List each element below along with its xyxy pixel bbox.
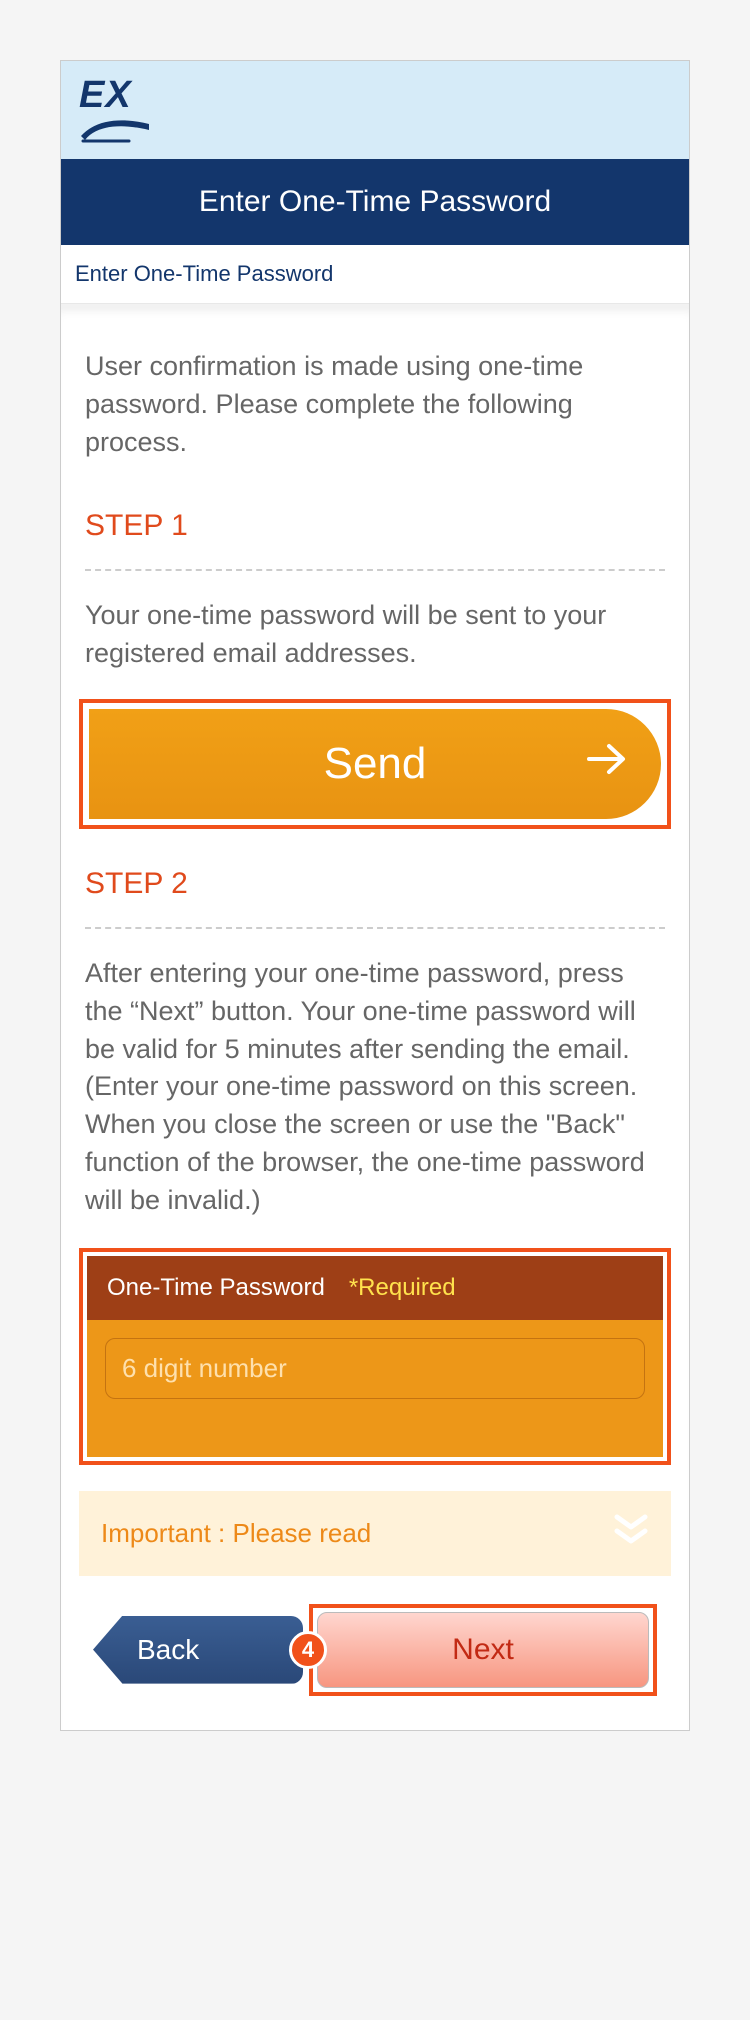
otp-input-wrap (87, 1320, 663, 1399)
next-button-highlight: Next (309, 1604, 657, 1696)
intro-text: User confirmation is made using one-time… (79, 308, 671, 491)
send-button[interactable]: Send (89, 709, 661, 819)
chevron-down-icon (613, 1513, 649, 1554)
important-label: Important : Please read (101, 1518, 371, 1549)
otp-field-header: One-Time Password *Required (87, 1256, 663, 1320)
otp-section: One-Time Password *Required (87, 1256, 663, 1457)
logo-text: EX (79, 76, 132, 114)
otp-field-label: One-Time Password (107, 1274, 325, 1302)
important-expand[interactable]: Important : Please read (79, 1491, 671, 1576)
otp-input[interactable] (105, 1338, 645, 1399)
step2-desc: After entering your one-time password, p… (79, 929, 671, 1240)
main-content: User confirmation is made using one-time… (61, 304, 689, 1730)
footer-buttons: Back 4 Next (79, 1576, 671, 1730)
app-frame: EX Enter One-Time Password Enter One-Tim… (60, 60, 690, 1731)
back-button[interactable]: Back (93, 1616, 303, 1684)
arrow-right-icon (587, 742, 627, 786)
page-title: Enter One-Time Password (61, 159, 689, 245)
step2-label: STEP 2 (79, 849, 671, 927)
back-button-wrap: Back 4 (93, 1616, 303, 1684)
train-icon (79, 114, 151, 144)
top-bar: EX (61, 61, 689, 159)
send-button-label: Send (324, 739, 427, 788)
ex-logo: EX (79, 76, 151, 144)
step1-desc: Your one-time password will be sent to y… (79, 571, 671, 693)
send-button-highlight: Send (79, 699, 671, 829)
back-button-label: Back (137, 1634, 199, 1665)
required-label: *Required (349, 1274, 456, 1302)
breadcrumb: Enter One-Time Password (61, 245, 689, 304)
step-badge: 4 (289, 1631, 327, 1669)
badge-number: 4 (302, 1637, 314, 1663)
step1-label: STEP 1 (79, 491, 671, 569)
otp-section-highlight: One-Time Password *Required (79, 1248, 671, 1465)
next-button-label: Next (452, 1633, 514, 1666)
next-button[interactable]: Next (317, 1612, 649, 1688)
